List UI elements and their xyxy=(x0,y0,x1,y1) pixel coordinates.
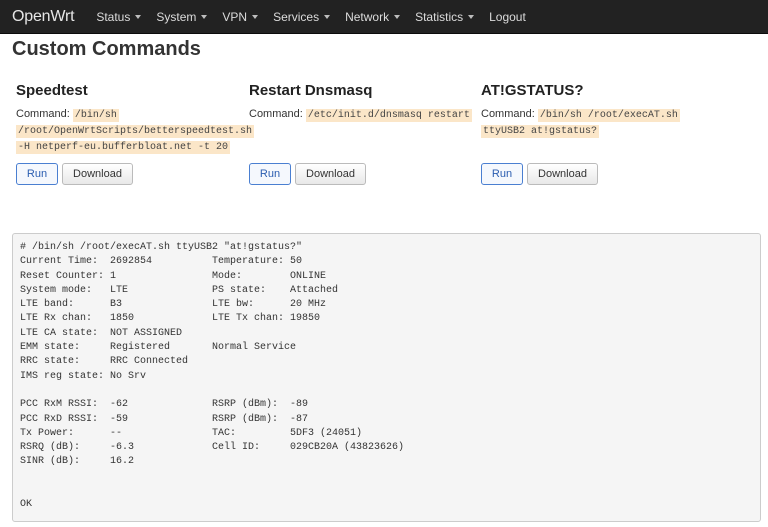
command-title: Speedtest xyxy=(16,82,88,99)
nav-services-label: Services xyxy=(273,9,320,24)
chevron-down-icon xyxy=(468,14,475,19)
chevron-down-icon xyxy=(394,14,401,19)
command-at-gstatus-actions: Run Download xyxy=(481,163,598,185)
command-label: Command: xyxy=(16,108,70,120)
nav-services-menu[interactable]: Services xyxy=(273,9,331,24)
nav-vpn-menu[interactable]: VPN xyxy=(222,9,259,24)
nav-network-label: Network xyxy=(345,9,390,24)
chevron-down-icon xyxy=(135,14,142,19)
command-output-text: # /bin/sh /root/execAT.sh ttyUSB2 "at!gs… xyxy=(20,242,405,511)
command-description: Command: /bin/sh /root/OpenWrtScripts/be… xyxy=(16,107,255,155)
page-title: Custom Commands xyxy=(12,38,201,60)
download-button[interactable]: Download xyxy=(62,163,133,185)
command-code: ttyUSB2 at!gstatus? xyxy=(481,125,600,138)
command-restart-dnsmasq: Restart Dnsmasq Command: /etc/init.d/dns… xyxy=(249,82,479,123)
chevron-down-icon xyxy=(201,14,208,19)
command-description: Command: /bin/sh /root/execAT.sh ttyUSB2… xyxy=(481,107,711,139)
nav-system-menu[interactable]: System xyxy=(156,9,208,24)
command-code: /bin/sh xyxy=(72,109,119,122)
nav-status-menu[interactable]: Status xyxy=(96,9,142,24)
command-label: Command: xyxy=(481,108,535,120)
nav-status-label: Status xyxy=(96,9,131,24)
command-at-gstatus: AT!GSTATUS? Command: /bin/sh /root/execA… xyxy=(481,82,711,139)
chevron-down-icon xyxy=(324,14,331,19)
nav-statistics-menu[interactable]: Statistics xyxy=(415,9,475,24)
command-description: Command: /etc/init.d/dnsmasq restart xyxy=(249,107,479,123)
run-button[interactable]: Run xyxy=(481,163,523,185)
nav-network-menu[interactable]: Network xyxy=(345,9,401,24)
brand-logo[interactable]: OpenWrt xyxy=(12,8,75,26)
run-button[interactable]: Run xyxy=(249,163,291,185)
chevron-down-icon xyxy=(252,14,259,19)
command-restart-dnsmasq-actions: Run Download xyxy=(249,163,366,185)
run-button[interactable]: Run xyxy=(16,163,58,185)
command-output-panel[interactable]: # /bin/sh /root/execAT.sh ttyUSB2 "at!gs… xyxy=(12,233,761,522)
command-code: /etc/init.d/dnsmasq restart xyxy=(305,109,472,122)
command-speedtest: Speedtest Command: /bin/sh /root/OpenWrt… xyxy=(16,82,255,155)
download-button[interactable]: Download xyxy=(527,163,598,185)
command-label: Command: xyxy=(249,108,303,120)
command-code: /bin/sh /root/execAT.sh xyxy=(537,109,680,122)
command-code: /root/OpenWrtScripts/betterspeedtest.sh xyxy=(16,125,255,138)
nav-statistics-label: Statistics xyxy=(415,9,464,24)
command-title: Restart Dnsmasq xyxy=(249,82,373,99)
download-button[interactable]: Download xyxy=(295,163,366,185)
top-navbar: OpenWrt Status System VPN Services Netwo… xyxy=(0,0,768,34)
command-code: -H netperf-eu.bufferbloat.net -t 20 xyxy=(16,141,231,154)
nav-system-label: System xyxy=(156,9,197,24)
command-speedtest-actions: Run Download xyxy=(16,163,133,185)
command-title: AT!GSTATUS? xyxy=(481,82,584,99)
nav-logout-link[interactable]: Logout xyxy=(489,10,526,24)
nav-vpn-label: VPN xyxy=(222,9,248,24)
